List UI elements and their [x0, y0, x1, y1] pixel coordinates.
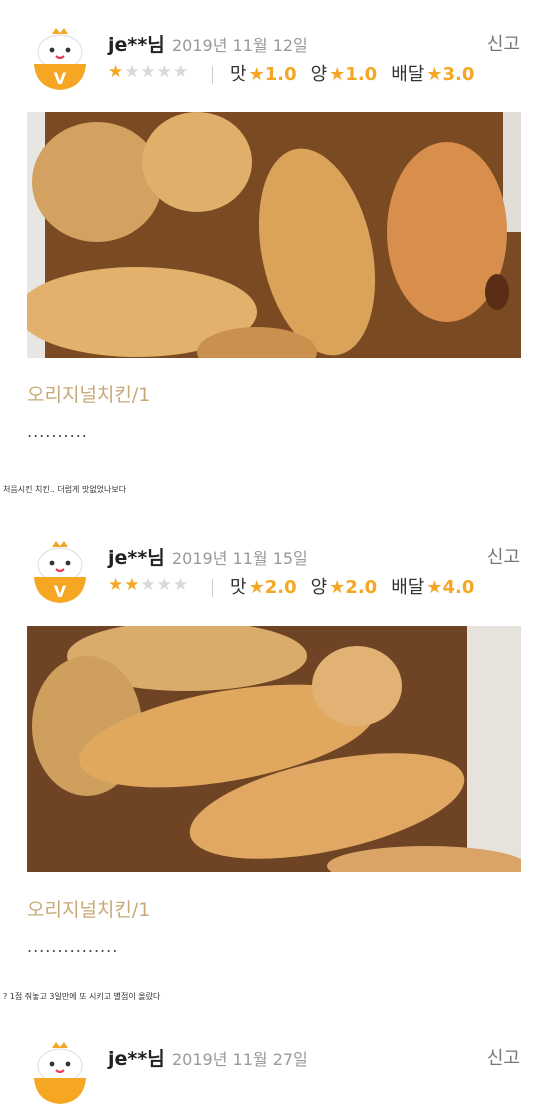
amount-label: 양	[310, 64, 328, 85]
taste-label: 맛	[230, 577, 247, 598]
amount-score: 1.0	[345, 64, 378, 85]
star-icon: ★	[329, 64, 346, 85]
star-icon: ★	[108, 62, 125, 82]
delivery-score: 3.0	[442, 64, 475, 85]
reviewer-name: je**님	[108, 34, 165, 56]
amount-score: 2.0	[345, 577, 378, 598]
reviewer-name: je**님	[108, 547, 165, 569]
caption-text: ? 1점 줘놓고 3일만에 또 시키고 별점이 올랐다	[3, 992, 161, 1001]
delivery-label: 배달	[391, 64, 425, 85]
menu-item: 오리지널치킨/1	[27, 899, 151, 921]
delivery-score: 4.0	[442, 577, 475, 598]
star-rating: ★★★★★	[108, 575, 189, 595]
divider	[212, 579, 213, 597]
review-date: 2019년 11월 12일	[172, 36, 308, 55]
taste-score: 2.0	[264, 577, 297, 598]
star-icon: ★	[329, 577, 346, 598]
divider	[212, 66, 213, 84]
review-comment: ..........	[27, 422, 88, 441]
review-photo[interactable]	[27, 112, 521, 358]
star-icon: ★★★	[140, 575, 190, 595]
review-date: 2019년 11월 27일	[172, 1050, 308, 1069]
delivery-label: 배달	[391, 577, 425, 598]
star-icon: ★★	[108, 575, 141, 595]
bowl-mascot-icon: V	[34, 541, 86, 603]
review-date: 2019년 11월 15일	[172, 549, 308, 568]
svg-text:V: V	[54, 69, 67, 88]
svg-text:V: V	[54, 582, 67, 601]
caption-text: 처음시킨 치킨.. 더럽게 맛없었나보다	[3, 485, 127, 494]
report-button[interactable]: 신고	[487, 1044, 520, 1070]
star-icon: ★	[248, 64, 265, 85]
bowl-mascot-icon: V	[34, 28, 86, 90]
bowl-mascot-icon	[34, 1042, 86, 1104]
star-rating: ★★★★★	[108, 62, 189, 82]
star-icon: ★	[426, 577, 443, 598]
menu-item: 오리지널치킨/1	[27, 384, 151, 406]
review-photo[interactable]	[27, 626, 521, 872]
star-icon: ★	[248, 577, 265, 598]
reviewer-name: je**님	[108, 1048, 165, 1070]
sub-ratings: 맛 ★1.0 양 ★1.0 배달 ★3.0	[230, 60, 488, 86]
taste-label: 맛	[230, 64, 247, 85]
star-icon: ★★★★	[124, 62, 190, 82]
report-button[interactable]: 신고	[487, 543, 520, 569]
report-button[interactable]: 신고	[487, 30, 520, 56]
star-icon: ★	[426, 64, 443, 85]
review-comment: ...............	[27, 937, 119, 956]
taste-score: 1.0	[264, 64, 297, 85]
sub-ratings: 맛 ★2.0 양 ★2.0 배달 ★4.0	[230, 573, 488, 599]
amount-label: 양	[310, 577, 328, 598]
